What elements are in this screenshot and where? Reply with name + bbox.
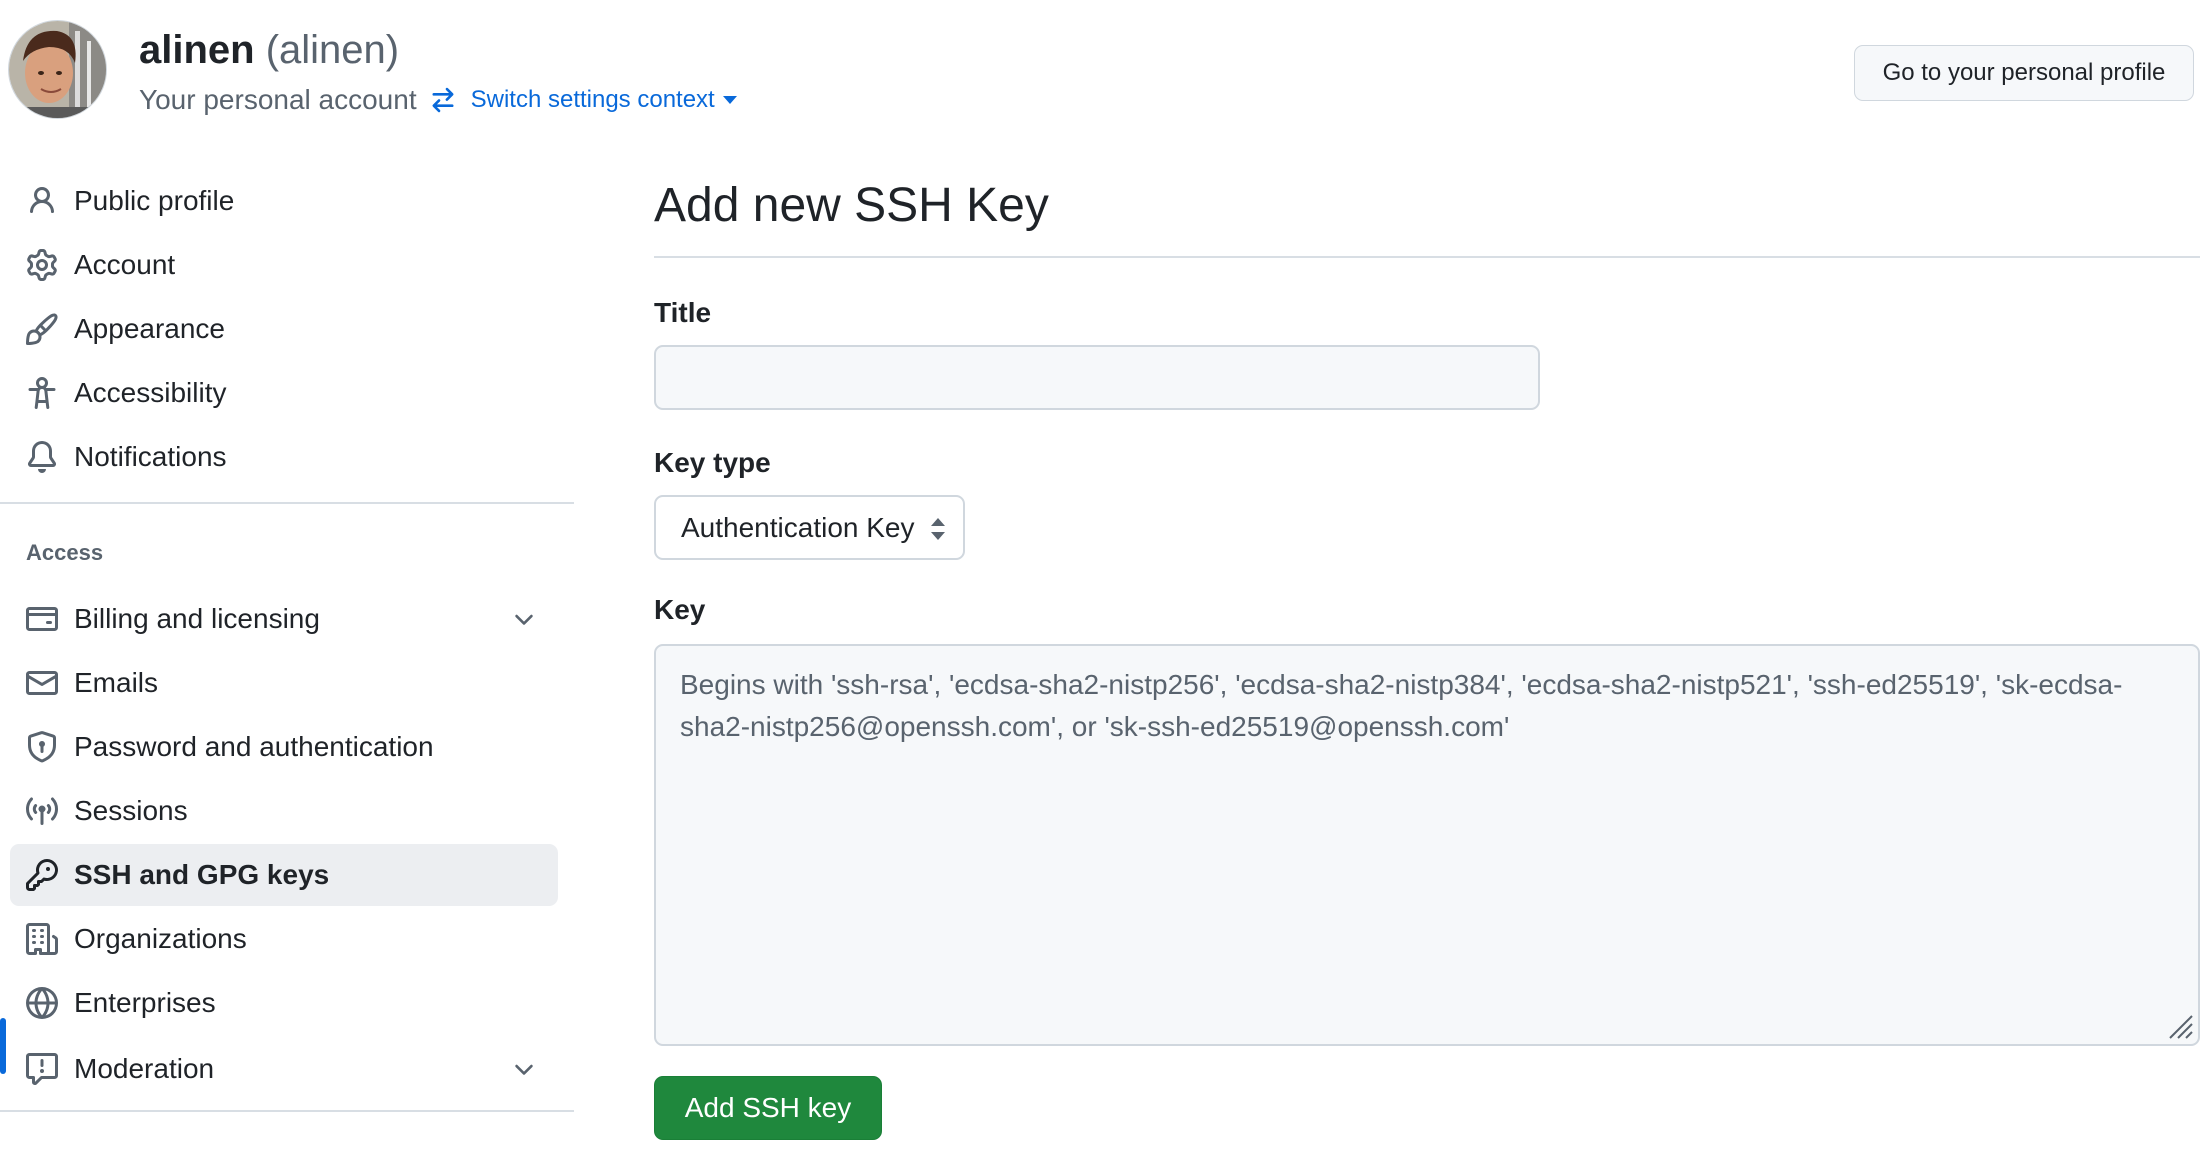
gear-icon (26, 249, 58, 281)
settings-header: alinen (alinen) Your personal account Sw… (0, 0, 2201, 130)
key-type-select[interactable]: Authentication Key (654, 495, 965, 560)
title-divider (654, 256, 2200, 258)
sidebar-item-label: Emails (74, 667, 159, 698)
sidebar-item-label: Accessibility (74, 377, 227, 408)
avatar[interactable] (8, 20, 107, 119)
settings-page: alinen (alinen) Your personal account Sw… (0, 0, 2201, 1151)
sidebar-item-account[interactable]: Account (10, 234, 558, 296)
person-icon (26, 185, 58, 217)
account-label: Your personal account (139, 84, 417, 115)
sidebar-item-label: Moderation (74, 1053, 215, 1084)
sidebar-divider (0, 1110, 574, 1112)
page-title: Add new SSH Key (654, 179, 1049, 232)
sidebar-item-label: SSH and GPG keys (74, 859, 330, 890)
key-textarea[interactable]: Begins with 'ssh-rsa', 'ecdsa-sha2-nistp… (654, 644, 2200, 1046)
account-context-line: Your personal account Switch settings co… (139, 80, 737, 120)
sidebar-item-password-authentication[interactable]: Password and authentication (10, 716, 558, 778)
sidebar-item-appearance[interactable]: Appearance (10, 298, 558, 360)
sidebar-item-ssh-gpg-keys[interactable]: SSH and GPG keys (10, 844, 558, 906)
sidebar-item-label: Billing and licensing (74, 603, 320, 634)
select-caret-icon (930, 518, 946, 540)
sidebar-item-label: Sessions (74, 795, 188, 826)
key-textarea-placeholder: Begins with 'ssh-rsa', 'ecdsa-sha2-nistp… (680, 669, 2123, 742)
sidebar-item-label: Notifications (74, 441, 227, 472)
broadcast-icon (25, 795, 59, 827)
sidebar-item-label: Public profile (74, 185, 235, 216)
report-icon (26, 1053, 58, 1085)
sidebar-item-moderation[interactable]: Moderation (10, 1038, 558, 1100)
title-field-label: Title (654, 297, 712, 328)
sidebar-item-label: Account (74, 249, 176, 280)
sidebar-item-label: Password and authentication (74, 731, 434, 762)
caret-down-icon (722, 96, 737, 104)
sidebar-item-emails[interactable]: Emails (10, 652, 558, 714)
sidebar-item-enterprises[interactable]: Enterprises (10, 972, 558, 1034)
sidebar-item-organizations[interactable]: Organizations (10, 908, 558, 970)
shield-icon (26, 731, 58, 763)
sidebar-item-label: Enterprises (74, 987, 216, 1018)
sidebar-divider (0, 502, 574, 504)
key-icon (26, 859, 58, 891)
sidebar-item-public-profile[interactable]: Public profile (10, 170, 558, 232)
accessibility-icon (26, 376, 58, 410)
globe-icon (26, 987, 58, 1019)
arrow-switch-icon[interactable] (429, 86, 457, 114)
sidebar-section-heading-access: Access (26, 540, 104, 565)
resize-handle-icon[interactable] (2164, 1010, 2194, 1040)
user-login-text: (alinen) (265, 28, 400, 72)
sidebar-item-accessibility[interactable]: Accessibility (10, 362, 558, 424)
user-name-text: alinen (139, 28, 255, 72)
key-type-label: Key type (654, 447, 771, 478)
sidebar-item-notifications[interactable]: Notifications (10, 426, 558, 488)
organization-icon (26, 923, 58, 955)
credit-card-icon (26, 603, 58, 635)
sidebar-item-billing[interactable]: Billing and licensing (10, 588, 558, 650)
switch-context-link[interactable]: Switch settings context (471, 86, 737, 114)
go-to-profile-button[interactable]: Go to your personal profile (1854, 45, 2194, 101)
active-indicator (0, 1018, 6, 1074)
sidebar-item-label: Organizations (74, 923, 247, 954)
key-field-label: Key (654, 594, 706, 625)
switch-context-label: Switch settings context (470, 86, 715, 113)
paintbrush-icon (25, 313, 58, 345)
user-display-name: alinen (alinen) (139, 28, 399, 73)
mail-icon (26, 667, 58, 699)
chevron-down-icon[interactable] (510, 1056, 538, 1084)
bell-icon (26, 441, 58, 473)
key-type-selected-value: Authentication Key (681, 511, 915, 543)
title-input[interactable] (654, 345, 1540, 410)
chevron-down-icon[interactable] (510, 606, 538, 634)
avatar-image (9, 21, 106, 118)
sidebar-item-sessions[interactable]: Sessions (10, 780, 558, 842)
sidebar-item-label: Appearance (74, 313, 226, 344)
add-ssh-key-button[interactable]: Add SSH key (654, 1076, 882, 1140)
